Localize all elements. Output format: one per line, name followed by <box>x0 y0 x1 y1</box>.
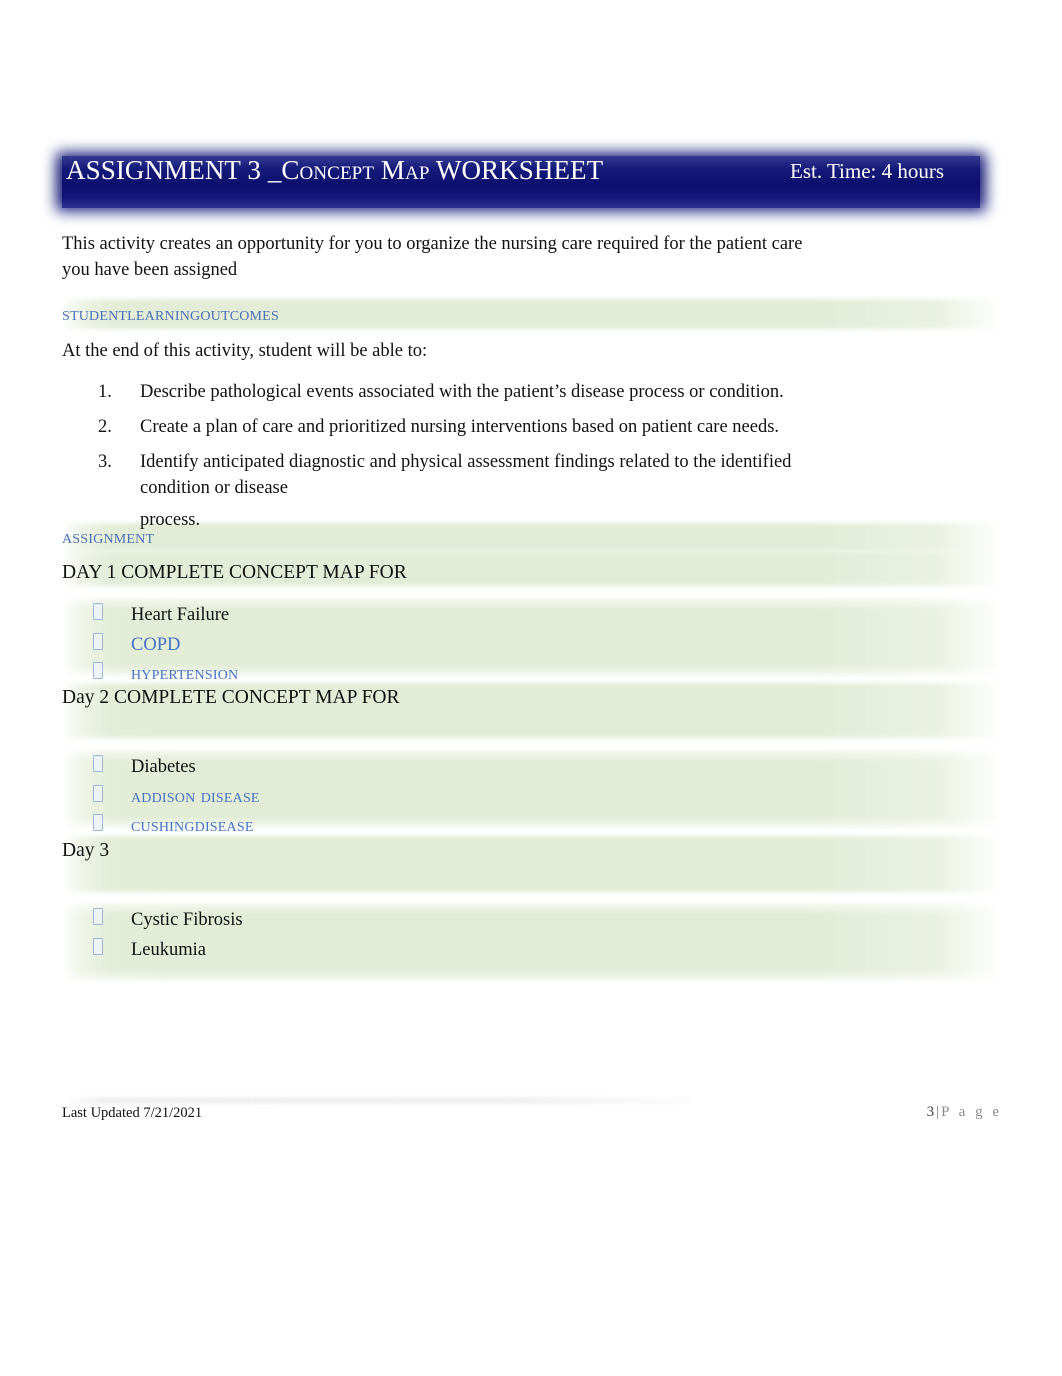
footer-page-indicator: 3 | P a g e <box>927 1104 1002 1121</box>
condition-label: Heart Failure <box>131 605 230 625</box>
condition-label: CushingDisease <box>131 814 254 836</box>
page-title: ASSIGNMENT 3 _Concept Map WORKSHEET <box>48 155 604 185</box>
estimated-time-label: Est. Time: 4 hours <box>790 159 945 183</box>
list-item: Diabetes <box>62 755 942 777</box>
day-1-heading: DAY 1 COMPLETE CONCEPT MAP FOR <box>62 562 407 583</box>
list-item: Heart Failure <box>62 603 942 625</box>
learning-outcomes-heading: StudentLearningOutcomes <box>62 303 279 325</box>
tofu-bullet-icon <box>93 603 104 620</box>
day-2-condition-list: Diabetes Addison disease CushingDisease <box>62 755 942 844</box>
footer-page-number: 3 <box>926 1104 935 1120</box>
condition-label: COPD <box>131 634 181 655</box>
list-item-text-continuation-2: process. <box>140 509 201 530</box>
page-title-concept: oncept <box>299 155 375 185</box>
learning-outcomes-list: 1. Describe pathological events associat… <box>62 380 942 542</box>
day-3-heading: Day 3 <box>62 840 110 861</box>
list-item: Cystic Fibrosis <box>62 908 942 930</box>
condition-label: Leukumia <box>131 939 207 960</box>
tofu-bullet-icon <box>93 937 104 955</box>
tofu-bullet-icon <box>93 784 104 802</box>
list-item: Leukumia <box>62 937 942 960</box>
tofu-bullet-icon <box>93 814 104 831</box>
document-title-banner: ASSIGNMENT 3 _Concept Map WORKSHEET Est.… <box>48 146 994 218</box>
day-3-condition-list: Cystic Fibrosis Leukumia <box>62 908 942 967</box>
list-item-number: 3. <box>98 451 112 472</box>
list-item-number: 1. <box>98 382 112 402</box>
list-item: 1. Describe pathological events associat… <box>62 380 942 406</box>
list-item: Addison disease <box>62 784 942 807</box>
list-item-text: Describe pathological events associated … <box>140 382 784 402</box>
tofu-bullet-icon <box>93 908 104 925</box>
learning-outcomes-lead-in: At the end of this activity, student wil… <box>62 341 428 361</box>
footer-divider <box>62 1097 702 1104</box>
document-page: ASSIGNMENT 3 _Concept Map WORKSHEET Est.… <box>0 0 1062 1376</box>
condition-label: Diabetes <box>131 757 196 777</box>
footer-last-updated: Last Updated 7/21/2021 <box>62 1105 203 1121</box>
list-item-text: Create a plan of care and prioritized nu… <box>140 416 780 437</box>
list-item: COPD <box>62 632 942 655</box>
page-title-ap: ap <box>405 155 430 185</box>
tofu-bullet-icon <box>93 755 104 772</box>
footer-page-word: P a g e <box>941 1104 1002 1120</box>
condition-label: Addison disease <box>131 784 260 807</box>
list-item-text-continuation: condition or disease <box>140 477 288 498</box>
day-3-heading-band <box>62 836 1003 892</box>
day-1-condition-list: Heart Failure COPD Hypertension <box>62 603 942 692</box>
intro-paragraph: This activity creates an opportunity for… <box>62 234 803 280</box>
page-title-prefix: ASSIGNMENT 3 _C <box>66 155 300 185</box>
list-item: 2. Create a plan of care and prioritized… <box>62 415 942 441</box>
tofu-bullet-icon <box>93 632 104 650</box>
list-item: CushingDisease <box>62 814 942 836</box>
page-title-m: M <box>374 155 405 185</box>
tofu-bullet-icon <box>93 662 104 679</box>
assignment-heading: Assignment <box>62 526 155 548</box>
day-2-heading: Day 2 COMPLETE CONCEPT MAP FOR <box>62 687 400 708</box>
condition-label: Hypertension <box>131 662 239 684</box>
list-item-text: Identify anticipated diagnostic and phys… <box>140 451 792 472</box>
list-item: Hypertension <box>62 662 942 684</box>
condition-label: Cystic Fibrosis <box>131 910 243 930</box>
list-item-number: 2. <box>98 416 112 437</box>
page-title-suffix: WORKSHEET <box>429 155 604 185</box>
list-item: 3. Identify anticipated diagnostic and p… <box>62 450 942 534</box>
